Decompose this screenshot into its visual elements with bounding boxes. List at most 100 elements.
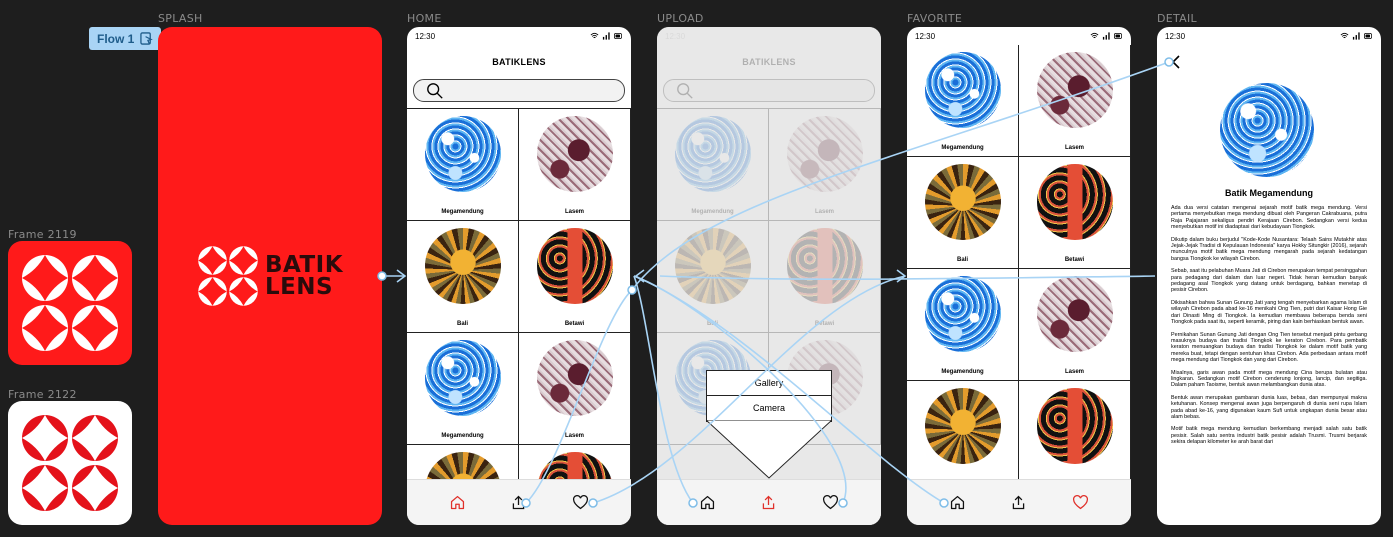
detail-paragraph: Ada dua versi catatan mengenai sejarah m… <box>1171 205 1367 231</box>
wifi-icon <box>1090 32 1099 39</box>
play-flow-icon <box>140 32 154 45</box>
batik-card[interactable]: Betawi <box>1019 157 1131 269</box>
detail-paragraph: Bentuk awan merupakan gambaran dunia lua… <box>1171 394 1367 420</box>
batik-grid: Megamendung Lasem Bali Betawi Megamendun… <box>407 108 631 525</box>
batik-image <box>1037 276 1113 352</box>
detail-paragraph: Dikutip dalam buku berjudul "Kode-Kode N… <box>1171 236 1367 262</box>
frame-label-splash: SPLASH <box>158 12 203 25</box>
batik-name: Betawi <box>564 321 585 327</box>
splash-logo-text: BATIK LENS <box>264 252 344 300</box>
batik-card[interactable]: Betawi <box>519 221 631 333</box>
batik-name: Megamendung <box>941 369 984 375</box>
status-bar: 12:30 <box>407 27 631 45</box>
batik-card[interactable]: Megamendung <box>907 45 1019 157</box>
back-arrow-icon[interactable] <box>1171 55 1181 69</box>
batik-card[interactable]: Megamendung <box>907 269 1019 381</box>
upload-icon[interactable] <box>510 494 527 511</box>
home-screen: 12:30 BATIKLENS Megamendung Lasem Bali B… <box>407 27 631 525</box>
status-bar: 12:30 <box>907 27 1131 45</box>
status-time: 12:30 <box>915 31 936 41</box>
frame-label-icon-red: Frame 2119 <box>8 228 77 241</box>
tab-bar <box>907 479 1131 525</box>
frame-label-detail: DETAIL <box>1157 12 1197 25</box>
batik-image <box>925 164 1001 240</box>
detail-paragraph: Motif batik mega mendung kemudian berkem… <box>1171 426 1367 446</box>
batik-name: Megamendung <box>941 145 984 151</box>
batik-card[interactable]: Lasem <box>519 333 631 445</box>
frame-label-home: HOME <box>407 12 442 25</box>
batik-card[interactable]: Bali <box>407 221 519 333</box>
favorite-screen: 12:30 Megamendung Lasem Bali Betawi Mega… <box>907 27 1131 525</box>
batik-name: Bali <box>956 257 968 263</box>
favorite-grid: Megamendung Lasem Bali Betawi Megamendun… <box>907 45 1131 493</box>
detail-title: Batik Megamendung <box>1224 188 1313 198</box>
home-icon[interactable] <box>449 494 466 511</box>
splash-screen: BATIK LENS <box>158 27 382 525</box>
signal-icon <box>1102 32 1110 40</box>
search-input[interactable] <box>413 79 625 102</box>
batik-image <box>425 340 501 416</box>
menu-item-gallery[interactable]: Gallery <box>707 371 831 396</box>
wifi-icon <box>1340 32 1349 39</box>
battery-icon <box>614 33 622 39</box>
signal-icon <box>1352 32 1360 40</box>
batik-image <box>1037 388 1113 464</box>
batik-card[interactable]: Lasem <box>1019 269 1131 381</box>
batik-card[interactable]: Lasem <box>519 109 631 221</box>
flow-start-badge[interactable]: Flow 1 <box>89 27 162 50</box>
upload-menu: Gallery Camera <box>706 370 832 422</box>
batik-card[interactable]: Megamendung <box>407 333 519 445</box>
batik-image <box>925 276 1001 352</box>
batik-name: Lasem <box>1064 369 1084 375</box>
batik-card[interactable]: Megamendung <box>407 109 519 221</box>
batik-name: Megamendung <box>441 209 484 215</box>
detail-screen: 12:30 Batik Megamendung Ada dua versi ca… <box>1157 27 1381 525</box>
batik-name: Megamendung <box>441 433 484 439</box>
upload-icon[interactable] <box>1010 494 1027 511</box>
batik-image <box>925 52 1001 128</box>
batik-name: Lasem <box>564 433 584 439</box>
detail-paragraph: Pernikahan Sunan Gunung Jati dengan Ong … <box>1171 331 1367 364</box>
detail-paragraph: Sebab, saat itu pelabuhan Muara Jati di … <box>1171 268 1367 294</box>
menu-pointer <box>706 420 832 479</box>
flow-label: Flow 1 <box>97 31 135 46</box>
upload-icon[interactable] <box>760 494 777 511</box>
wifi-icon <box>590 32 599 39</box>
detail-description: Ada dua versi catatan mengenai sejarah m… <box>1171 205 1367 452</box>
app-title: BATIKLENS <box>492 57 546 67</box>
frame-label-favorite: FAVORITE <box>907 12 963 25</box>
batik-image <box>1037 164 1113 240</box>
batik-card[interactable]: Lasem <box>1019 45 1131 157</box>
detail-batik-image <box>1220 83 1314 177</box>
status-time: 12:30 <box>415 31 436 41</box>
batik-name: Lasem <box>564 209 584 215</box>
home-icon[interactable] <box>949 494 966 511</box>
detail-paragraph: Dikisahkan bahwa Sunan Gunung Jati yang … <box>1171 299 1367 326</box>
batik-image <box>537 116 613 192</box>
battery-icon <box>1114 33 1122 39</box>
heart-icon[interactable] <box>822 494 839 511</box>
batiklens-logo-icon <box>198 246 258 306</box>
menu-item-camera[interactable]: Camera <box>707 396 831 421</box>
upload-screen: 12:30 BATIKLENS Megamendung Lasem Bali B… <box>657 27 881 525</box>
home-icon[interactable] <box>699 494 716 511</box>
batiklens-logo-icon <box>22 415 118 511</box>
batik-card[interactable] <box>907 381 1019 493</box>
detail-paragraph: Misalnya, garis awan pada motif mega men… <box>1171 369 1367 389</box>
batik-image <box>537 228 613 304</box>
batik-name: Bali <box>456 321 468 327</box>
frame-label-upload: UPLOAD <box>657 12 704 25</box>
frame-label-icon-white: Frame 2122 <box>8 388 77 401</box>
batik-card[interactable] <box>1019 381 1131 493</box>
tab-bar <box>657 479 881 525</box>
app-icon-white <box>8 401 132 525</box>
batik-name: Lasem <box>1064 145 1084 151</box>
batik-image <box>537 340 613 416</box>
batik-image <box>1037 52 1113 128</box>
app-icon-red <box>8 241 132 365</box>
signal-icon <box>602 32 610 40</box>
batik-image <box>425 116 501 192</box>
batik-card[interactable]: Bali <box>907 157 1019 269</box>
heart-icon[interactable] <box>572 494 589 511</box>
heart-icon[interactable] <box>1072 494 1089 511</box>
